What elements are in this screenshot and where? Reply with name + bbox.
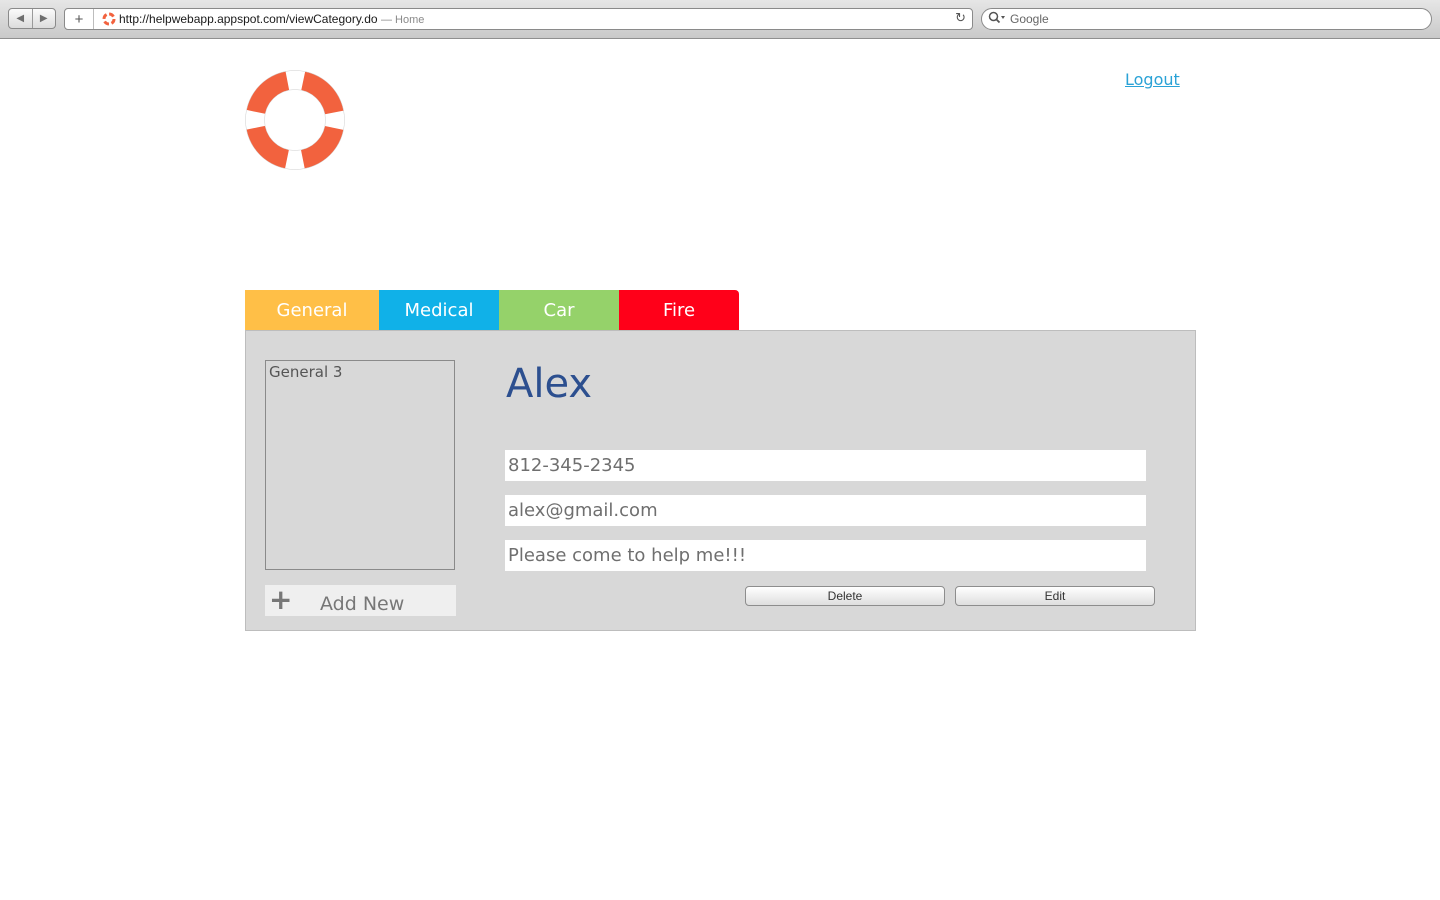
add-new-label: Add New bbox=[320, 593, 405, 615]
browser-toolbar: ◀ ▶ + http://helpwebapp.appspot.com/view… bbox=[0, 0, 1440, 39]
contact-panel: General 3 + Add New Alex 812-345-2345 al… bbox=[245, 330, 1196, 631]
plus-icon: + bbox=[269, 583, 293, 616]
search-placeholder: Google bbox=[1010, 12, 1049, 26]
logout-link[interactable]: Logout bbox=[1125, 70, 1180, 89]
tab-fire[interactable]: Fire bbox=[619, 290, 739, 330]
email-field[interactable]: alex@gmail.com bbox=[505, 495, 1146, 526]
search-bar[interactable]: Google bbox=[981, 8, 1432, 30]
site-favicon-icon bbox=[102, 12, 116, 26]
contact-name: Alex bbox=[506, 361, 593, 407]
tab-car[interactable]: Car bbox=[499, 290, 619, 330]
forward-arrow-icon: ▶ bbox=[39, 13, 48, 24]
phone-field[interactable]: 812-345-2345 bbox=[505, 450, 1146, 481]
edit-button[interactable]: Edit bbox=[955, 586, 1155, 606]
lifebuoy-logo bbox=[245, 70, 345, 170]
plus-icon: + bbox=[74, 10, 84, 28]
message-field[interactable]: Please come to help me!!! bbox=[505, 540, 1146, 571]
url-text: http://helpwebapp.appspot.com/viewCatego… bbox=[119, 12, 378, 26]
contact-list[interactable]: General 3 bbox=[265, 360, 455, 570]
category-tabs: General Medical Car Fire bbox=[245, 290, 739, 330]
delete-button[interactable]: Delete bbox=[745, 586, 945, 606]
tab-medical[interactable]: Medical bbox=[379, 290, 499, 330]
add-bookmark-button[interactable]: + bbox=[65, 9, 94, 29]
forward-button[interactable]: ▶ bbox=[31, 9, 56, 28]
search-icon bbox=[988, 11, 1005, 24]
back-arrow-icon: ◀ bbox=[16, 13, 25, 24]
list-item[interactable]: General 3 bbox=[269, 363, 342, 381]
nav-buttons: ◀ ▶ bbox=[8, 8, 56, 29]
reload-icon[interactable]: ↻ bbox=[955, 11, 966, 26]
page-title: — Home bbox=[380, 14, 425, 26]
back-button[interactable]: ◀ bbox=[9, 9, 32, 28]
address-bar[interactable]: + http://helpwebapp.appspot.com/viewCate… bbox=[64, 8, 973, 30]
add-new-button[interactable]: + Add New bbox=[265, 585, 456, 616]
tab-general[interactable]: General bbox=[245, 290, 379, 330]
url-display[interactable]: http://helpwebapp.appspot.com/viewCatego… bbox=[119, 12, 424, 26]
